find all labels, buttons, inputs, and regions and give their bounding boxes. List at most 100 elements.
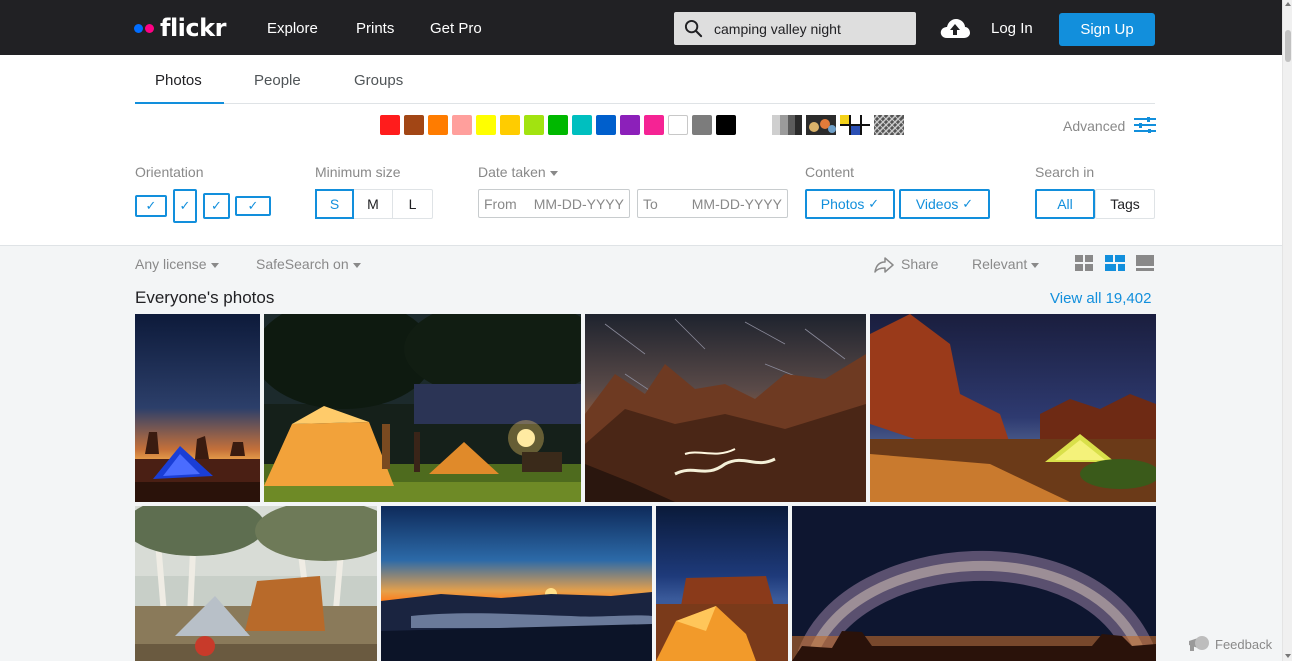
caret-down-icon: [210, 262, 219, 268]
photo-sunrise-valley-fog[interactable]: [381, 506, 652, 661]
justified-view-icon[interactable]: [1105, 255, 1125, 271]
photo-red-rocks-tent-night[interactable]: [870, 314, 1156, 502]
login-link[interactable]: Log In: [991, 20, 1033, 37]
scrollbar-thumb[interactable]: [1285, 30, 1291, 62]
advanced-label[interactable]: Advanced: [1063, 118, 1125, 134]
orientation-square[interactable]: ✓: [203, 193, 230, 219]
search-icon: [684, 19, 703, 38]
color-swatch[interactable]: [476, 115, 496, 135]
scroll-down-arrow-icon[interactable]: [1285, 654, 1291, 658]
date-to-placeholder: MM-DD-YYYY: [691, 196, 782, 212]
date-taken-dropdown[interactable]: Date taken: [478, 164, 558, 180]
size-medium[interactable]: M: [354, 190, 393, 218]
share-label[interactable]: Share: [901, 256, 938, 272]
safesearch-dropdown[interactable]: SafeSearch on: [256, 256, 361, 272]
logo-blue-dot: [134, 23, 143, 33]
tab-people[interactable]: People: [254, 72, 301, 89]
view-all-link[interactable]: View all 19,402: [1050, 290, 1151, 307]
feedback-label: Feedback: [1215, 636, 1273, 652]
search-in-all[interactable]: All: [1035, 189, 1095, 219]
color-swatch[interactable]: [596, 115, 616, 135]
view-mode-switcher: [1075, 255, 1154, 271]
content-label: Content: [805, 164, 855, 180]
signup-button[interactable]: Sign Up: [1059, 13, 1155, 46]
grid-small-view-icon[interactable]: [1075, 255, 1093, 271]
search-in-tags[interactable]: Tags: [1095, 189, 1155, 219]
share-icon[interactable]: [874, 257, 894, 273]
caret-down-icon: [1031, 262, 1040, 268]
color-swatch[interactable]: [716, 115, 736, 135]
orientation-panorama[interactable]: ✓: [235, 196, 271, 216]
date-to-label: To: [643, 196, 658, 212]
upload-cloud-icon[interactable]: [939, 16, 971, 40]
search-box[interactable]: camping valley night: [674, 12, 916, 45]
sort-dropdown[interactable]: Relevant: [972, 256, 1040, 272]
color-swatch[interactable]: [668, 115, 688, 135]
flickr-search-page: flickr Explore Prints Get Pro camping va…: [0, 0, 1292, 661]
black-and-white-filter[interactable]: [772, 115, 802, 135]
date-from-field[interactable]: From MM-DD-YYYY: [478, 189, 630, 218]
orientation-portrait[interactable]: ✓: [173, 189, 197, 223]
photo-tent-monument-valley-dusk[interactable]: [135, 314, 260, 502]
color-swatch[interactable]: [380, 115, 400, 135]
minimalist-filter[interactable]: [840, 115, 870, 135]
shallow-depth-filter[interactable]: [806, 115, 836, 135]
color-swatch[interactable]: [500, 115, 520, 135]
photo-image: [135, 314, 260, 502]
feedback-button[interactable]: Feedback: [1187, 635, 1272, 653]
large-view-icon[interactable]: [1136, 255, 1154, 271]
check-icon: ✓: [211, 198, 222, 214]
size-large[interactable]: L: [393, 190, 432, 218]
patterns-filter[interactable]: [874, 115, 904, 135]
check-icon: ✓: [868, 196, 880, 212]
color-swatch[interactable]: [548, 115, 568, 135]
tab-photos[interactable]: Photos: [155, 72, 202, 89]
logo-pink-dot: [145, 23, 154, 33]
nav-explore[interactable]: Explore: [267, 20, 318, 37]
photo-image: [870, 314, 1156, 502]
license-label: Any license: [135, 256, 207, 272]
color-swatch[interactable]: [644, 115, 664, 135]
nav-prints[interactable]: Prints: [356, 20, 394, 37]
advanced-sliders-icon[interactable]: [1134, 117, 1156, 133]
min-size-label: Minimum size: [315, 164, 401, 180]
content-photos-toggle[interactable]: Photos ✓: [805, 189, 895, 219]
search-input[interactable]: camping valley night: [714, 21, 841, 37]
photo-image: [656, 506, 788, 661]
logo-text: flickr: [160, 14, 226, 42]
megaphone-icon: [1189, 636, 1209, 651]
color-swatch[interactable]: [428, 115, 448, 135]
safesearch-label: SafeSearch on: [256, 256, 349, 272]
license-dropdown[interactable]: Any license: [135, 256, 219, 272]
caret-down-icon: [549, 170, 558, 176]
scroll-up-arrow-icon[interactable]: [1285, 2, 1291, 6]
orientation-label: Orientation: [135, 164, 204, 180]
check-icon: ✓: [145, 198, 157, 214]
photo-tents-gum-trees[interactable]: [135, 506, 377, 661]
nav-get-pro[interactable]: Get Pro: [430, 20, 482, 37]
color-swatch[interactable]: [404, 115, 424, 135]
photo-image: [264, 314, 581, 502]
content-photos-label: Photos: [820, 196, 865, 212]
date-to-field[interactable]: To MM-DD-YYYY: [637, 189, 788, 218]
color-swatch[interactable]: [692, 115, 712, 135]
photo-image: [792, 506, 1156, 661]
orientation-landscape[interactable]: ✓: [135, 195, 167, 217]
style-filters: [772, 115, 908, 135]
tab-divider: [135, 103, 1155, 104]
page-scrollbar[interactable]: [1282, 0, 1292, 661]
size-small[interactable]: S: [315, 189, 354, 219]
color-swatch[interactable]: [572, 115, 592, 135]
photo-zion-canyon-star-trails[interactable]: [585, 314, 866, 502]
flickr-logo[interactable]: flickr: [134, 14, 226, 42]
content-videos-toggle[interactable]: Videos ✓: [899, 189, 990, 219]
color-swatch[interactable]: [524, 115, 544, 135]
date-from-label: From: [484, 196, 517, 212]
tab-groups[interactable]: Groups: [354, 72, 403, 89]
photo-camp-tents-forest-night[interactable]: [264, 314, 581, 502]
photo-monument-valley-tent[interactable]: [656, 506, 788, 661]
photo-image: [585, 314, 866, 502]
color-swatch[interactable]: [452, 115, 472, 135]
photo-milky-way-arch[interactable]: [792, 506, 1156, 661]
color-swatch[interactable]: [620, 115, 640, 135]
